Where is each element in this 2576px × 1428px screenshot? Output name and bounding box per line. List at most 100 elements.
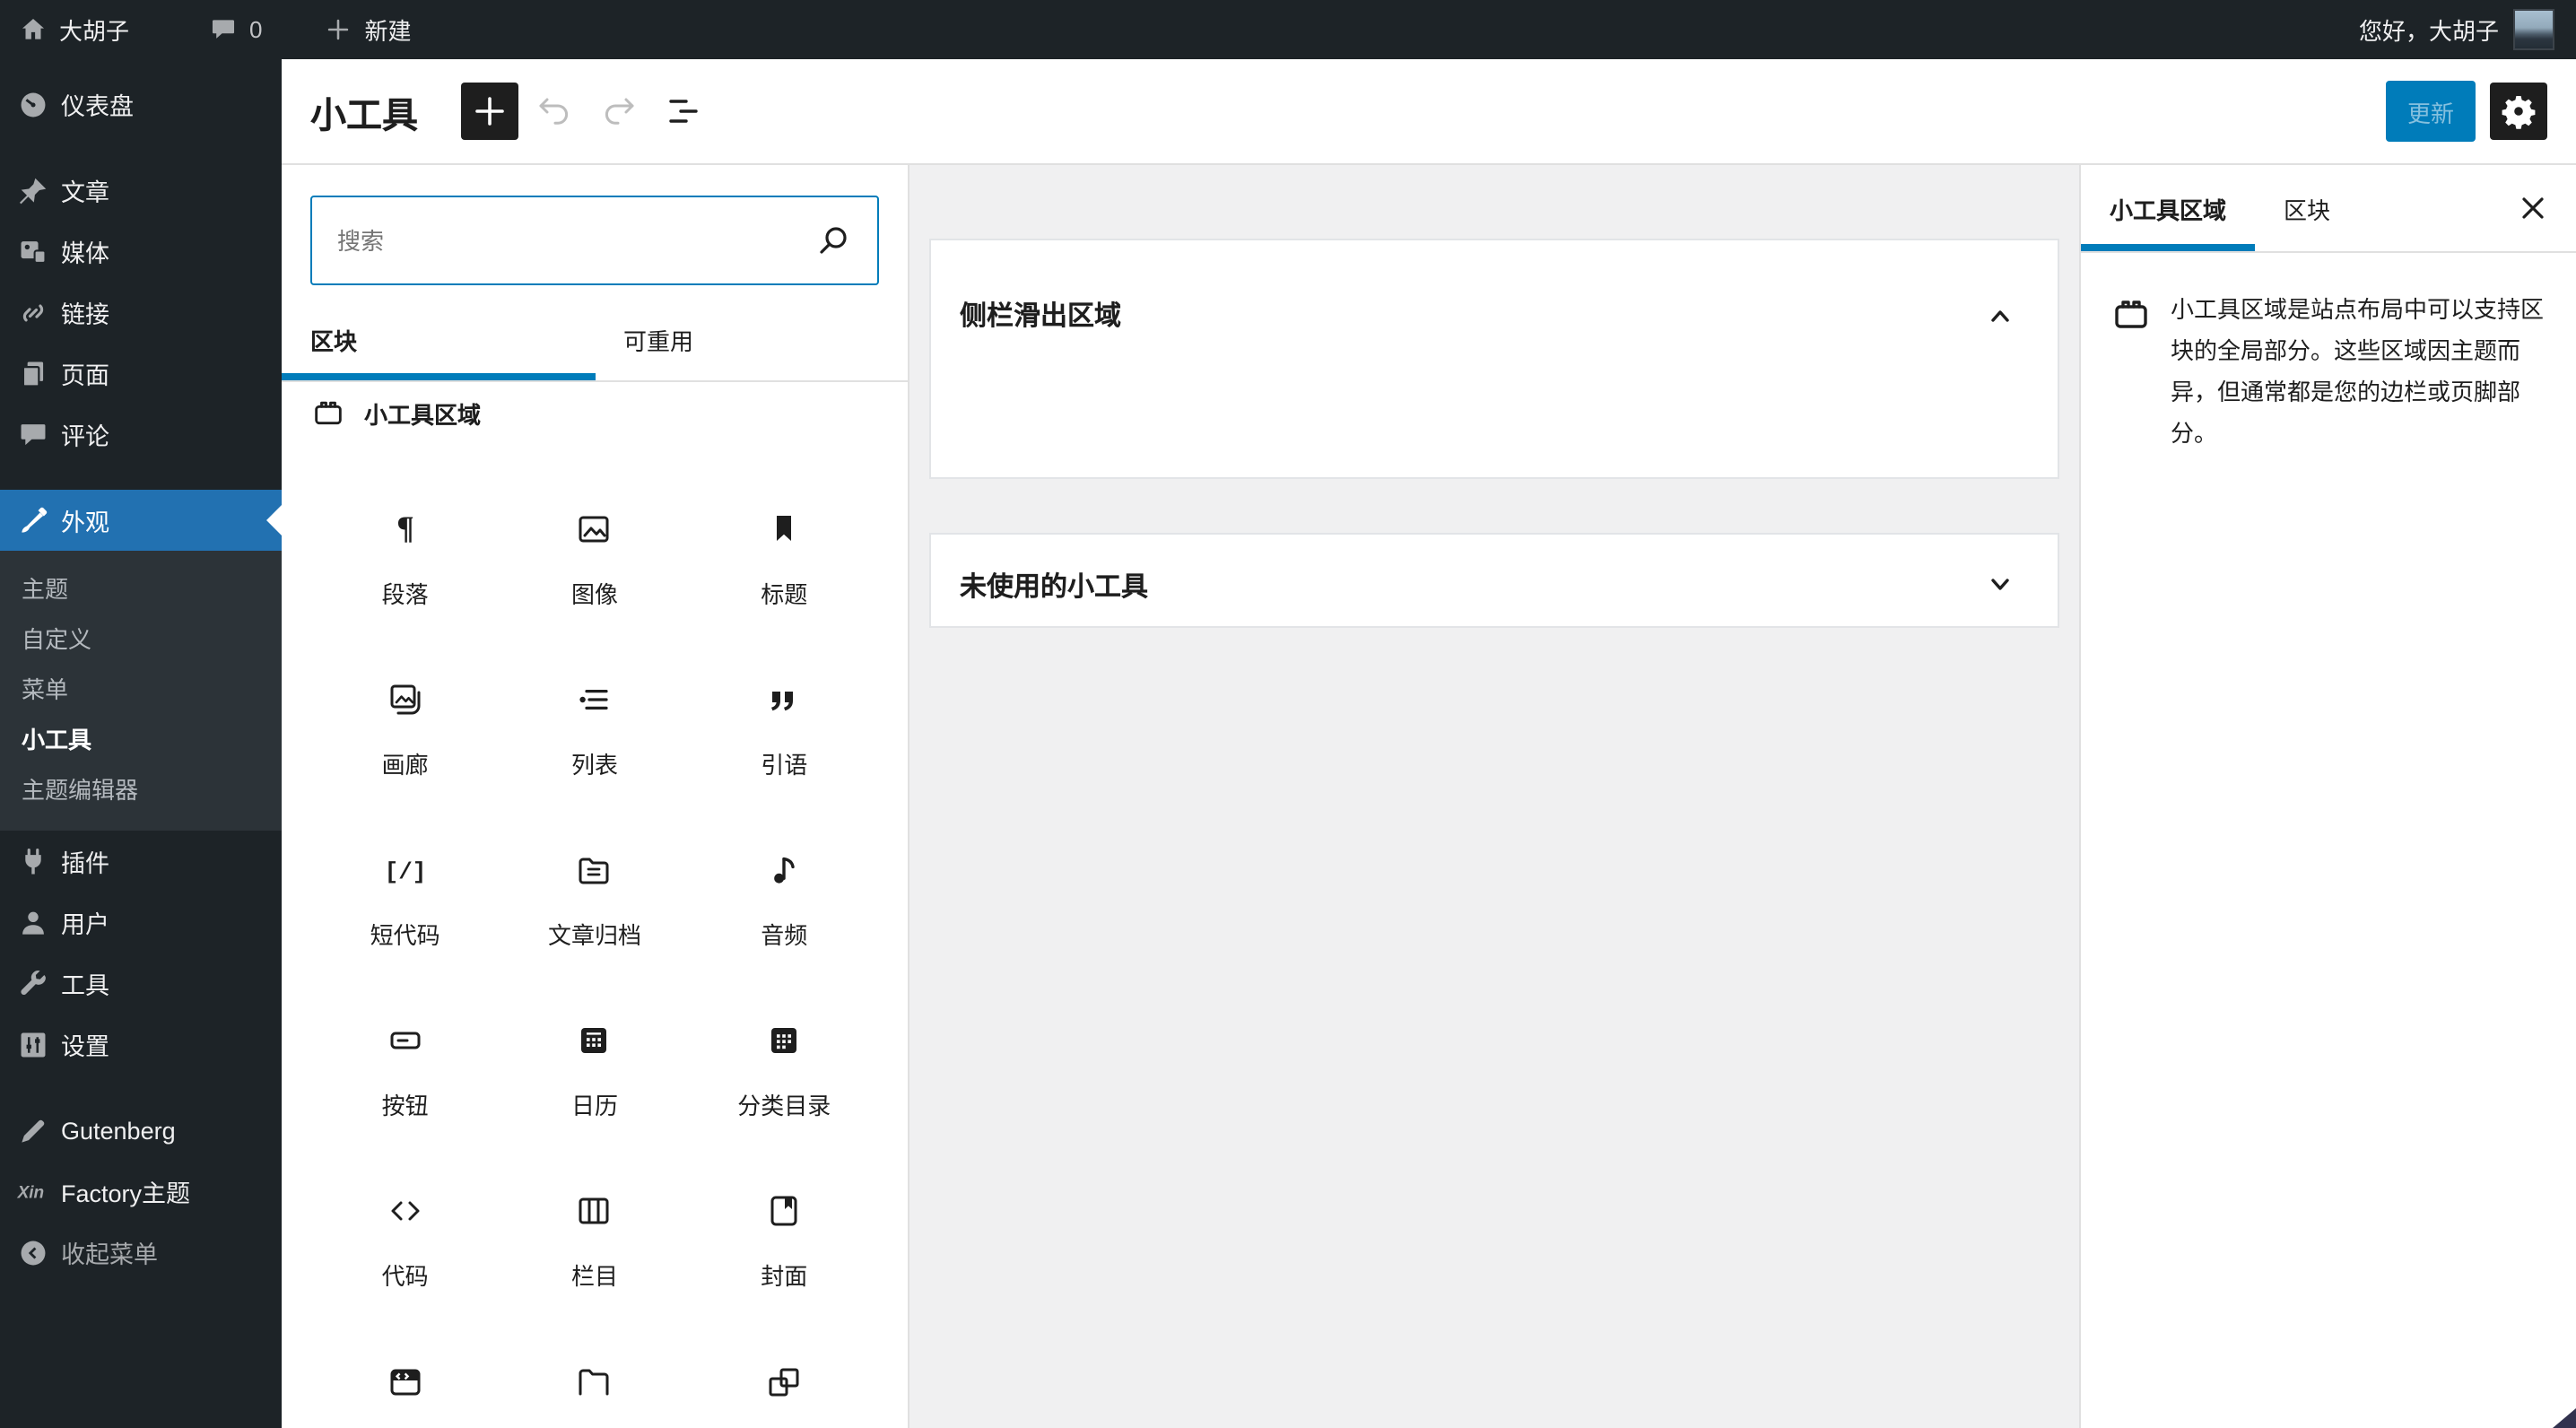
sidebar-item-label: 插件 <box>61 850 109 877</box>
folder-icon <box>573 1360 616 1403</box>
block-item-button[interactable]: 按钮 <box>310 1005 500 1175</box>
block-item-audio[interactable]: 音频 <box>690 834 879 1005</box>
tab-reusable[interactable]: 可重用 <box>595 300 908 380</box>
block-item-label: 图像 <box>570 581 618 608</box>
block-item-code[interactable]: 代码 <box>310 1175 500 1345</box>
block-item-heading[interactable]: 标题 <box>690 493 879 664</box>
admin-bar-comments[interactable]: 0 <box>190 0 280 59</box>
sidebar-item-gutenberg[interactable]: Gutenberg <box>0 1100 282 1161</box>
submenu-item-customize[interactable]: 自定义 <box>0 612 282 662</box>
block-item-shortcode[interactable]: [/] 短代码 <box>310 834 500 1005</box>
corner-artifact <box>2553 1408 2576 1428</box>
sidebar-item-xin-factory[interactable]: Xin Factory主题 <box>0 1161 282 1222</box>
bookmark-icon <box>762 508 805 551</box>
submenu-item-widgets[interactable]: 小工具 <box>0 712 282 762</box>
settings-tabs: 小工具区域 区块 <box>2081 165 2576 253</box>
wrench-icon <box>0 965 61 1001</box>
svg-text:¶: ¶ <box>396 509 413 545</box>
sliders-icon <box>0 1026 61 1062</box>
tab-blocks[interactable]: 区块 <box>282 300 595 380</box>
xin-logo-icon: Xin <box>0 1173 61 1209</box>
sidebar-item-settings[interactable]: 设置 <box>0 1014 282 1075</box>
block-item-categories[interactable]: 分类目录 <box>690 1005 879 1175</box>
block-item-cover[interactable]: 封面 <box>690 1175 879 1345</box>
comment-icon <box>208 14 239 45</box>
site-name: 大胡子 <box>59 18 130 45</box>
code-icon <box>384 1189 427 1232</box>
plus-icon <box>324 14 354 45</box>
sidebar-item-links[interactable]: 链接 <box>0 282 282 343</box>
block-item-group[interactable] <box>690 1345 879 1428</box>
sidebar-item-pages[interactable]: 页面 <box>0 343 282 404</box>
block-item-paragraph[interactable]: ¶ 段落 <box>310 493 500 664</box>
redo-button[interactable] <box>590 83 648 140</box>
search-icon <box>813 219 856 262</box>
editor-canvas: 侧栏滑出区域 未使用的小工具 <box>909 165 2079 1428</box>
collapse-icon <box>0 1234 61 1270</box>
admin-bar-site-menu[interactable]: 大胡子 <box>0 0 147 59</box>
settings-button[interactable] <box>2490 83 2547 140</box>
search-box <box>310 196 879 285</box>
block-item-file[interactable] <box>500 1345 689 1428</box>
block-item-image[interactable]: 图像 <box>500 493 689 664</box>
widget-area-panel-sidebar[interactable]: 侧栏滑出区域 <box>929 239 2059 479</box>
submenu-item-themes[interactable]: 主题 <box>0 562 282 612</box>
sidebar-item-tools[interactable]: 工具 <box>0 953 282 1014</box>
cover-icon <box>762 1189 805 1232</box>
inserter-section-title: 小工具区域 <box>364 401 482 428</box>
sidebar-item-label: 用户 <box>61 911 109 938</box>
panel-title: 未使用的小工具 <box>960 572 1149 603</box>
sidebar-item-label: 媒体 <box>61 240 109 267</box>
widget-area-panel-inactive[interactable]: 未使用的小工具 <box>929 533 2059 628</box>
calendar-icon <box>573 1019 616 1062</box>
block-item-list[interactable]: 列表 <box>500 664 689 834</box>
block-item-label: 段落 <box>381 581 429 608</box>
sidebar-item-appearance[interactable]: 外观 <box>0 490 297 551</box>
sidebar-item-label: 页面 <box>61 362 109 389</box>
image-icon <box>573 508 616 551</box>
block-item-gallery[interactable]: 画廊 <box>310 664 500 834</box>
undo-button[interactable] <box>526 83 583 140</box>
tab-widget-areas[interactable]: 小工具区域 <box>2081 165 2256 251</box>
folder-lines-icon <box>573 849 616 892</box>
search-input[interactable] <box>312 227 813 254</box>
submenu-item-theme-editor[interactable]: 主题编辑器 <box>0 762 282 813</box>
block-item-custom-html[interactable] <box>310 1345 500 1428</box>
sidebar-item-label: 仪表盘 <box>61 93 134 120</box>
chevron-down-icon[interactable] <box>1979 563 2022 606</box>
chevron-up-icon[interactable] <box>1979 294 2022 337</box>
admin-bar-account[interactable]: 您好，大胡子 <box>2352 0 2562 59</box>
block-inserter-panel: 区块 可重用 小工具区域 ¶ 段落 图像 标题画廊 列表 引语 [/] 短代码 文章归档 音频按钮… <box>282 165 909 1428</box>
block-item-calendar[interactable]: 日历 <box>500 1005 689 1175</box>
list-view-button[interactable] <box>655 83 712 140</box>
add-block-button[interactable] <box>461 83 518 140</box>
update-button[interactable]: 更新 <box>2385 81 2476 142</box>
block-item-label: 短代码 <box>370 922 440 949</box>
close-icon <box>2511 187 2554 230</box>
sidebar-item-plugins[interactable]: 插件 <box>0 831 282 892</box>
admin-bar: 大胡子 0 新建 您好，大胡子 <box>0 0 2576 59</box>
sidebar-item-label: 设置 <box>61 1033 109 1060</box>
tab-block[interactable]: 区块 <box>2255 165 2359 251</box>
sidebar-item-media[interactable]: 媒体 <box>0 221 282 282</box>
close-button[interactable] <box>2504 179 2562 237</box>
editor-header: 小工具 更新 <box>282 59 2576 165</box>
block-item-quote[interactable]: 引语 <box>690 664 879 834</box>
widget-area-description: 小工具区域是站点布局中可以支持区块的全局部分。这些区域因主题而异，但通常都是您的… <box>2171 296 2545 447</box>
wordpress-widgets-editor: 大胡子 0 新建 您好，大胡子 仪表盘 文章 媒体 链接 页面 评论 外观 主题 自定义 菜单 小工… <box>0 0 2576 1428</box>
block-item-archives[interactable]: 文章归档 <box>500 834 689 1005</box>
admin-bar-new[interactable]: 新建 <box>306 0 430 59</box>
settings-body: 小工具区域是站点布局中可以支持区块的全局部分。这些区域因主题而异，但通常都是您的… <box>2081 253 2576 454</box>
sidebar-item-collapse[interactable]: 收起菜单 <box>0 1222 282 1283</box>
avatar <box>2513 9 2554 50</box>
group-icon <box>762 1360 805 1403</box>
sidebar-item-dashboard[interactable]: 仪表盘 <box>0 74 282 135</box>
svg-text:[/]: [/] <box>384 858 426 885</box>
submenu-item-menus[interactable]: 菜单 <box>0 662 282 712</box>
inserter-tabs: 区块 可重用 <box>282 300 908 382</box>
sidebar-item-posts[interactable]: 文章 <box>0 160 282 221</box>
sidebar-item-comments[interactable]: 评论 <box>0 404 282 465</box>
sidebar-item-users[interactable]: 用户 <box>0 892 282 953</box>
block-item-columns[interactable]: 栏目 <box>500 1175 689 1345</box>
sidebar-item-label: Factory主题 <box>61 1180 191 1207</box>
